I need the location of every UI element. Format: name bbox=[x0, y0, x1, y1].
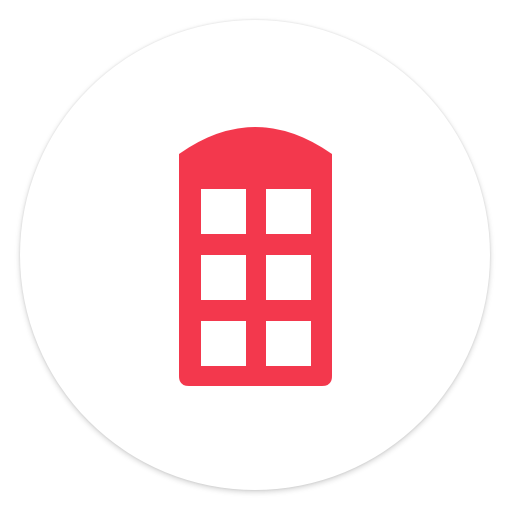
booth-window bbox=[266, 321, 311, 366]
booth-window bbox=[266, 255, 311, 300]
booth-window bbox=[201, 321, 246, 366]
app-icon[interactable] bbox=[0, 0, 512, 512]
booth-window bbox=[201, 189, 246, 234]
booth-window bbox=[201, 255, 246, 300]
phone-booth-icon bbox=[179, 127, 332, 386]
booth-window bbox=[266, 189, 311, 234]
